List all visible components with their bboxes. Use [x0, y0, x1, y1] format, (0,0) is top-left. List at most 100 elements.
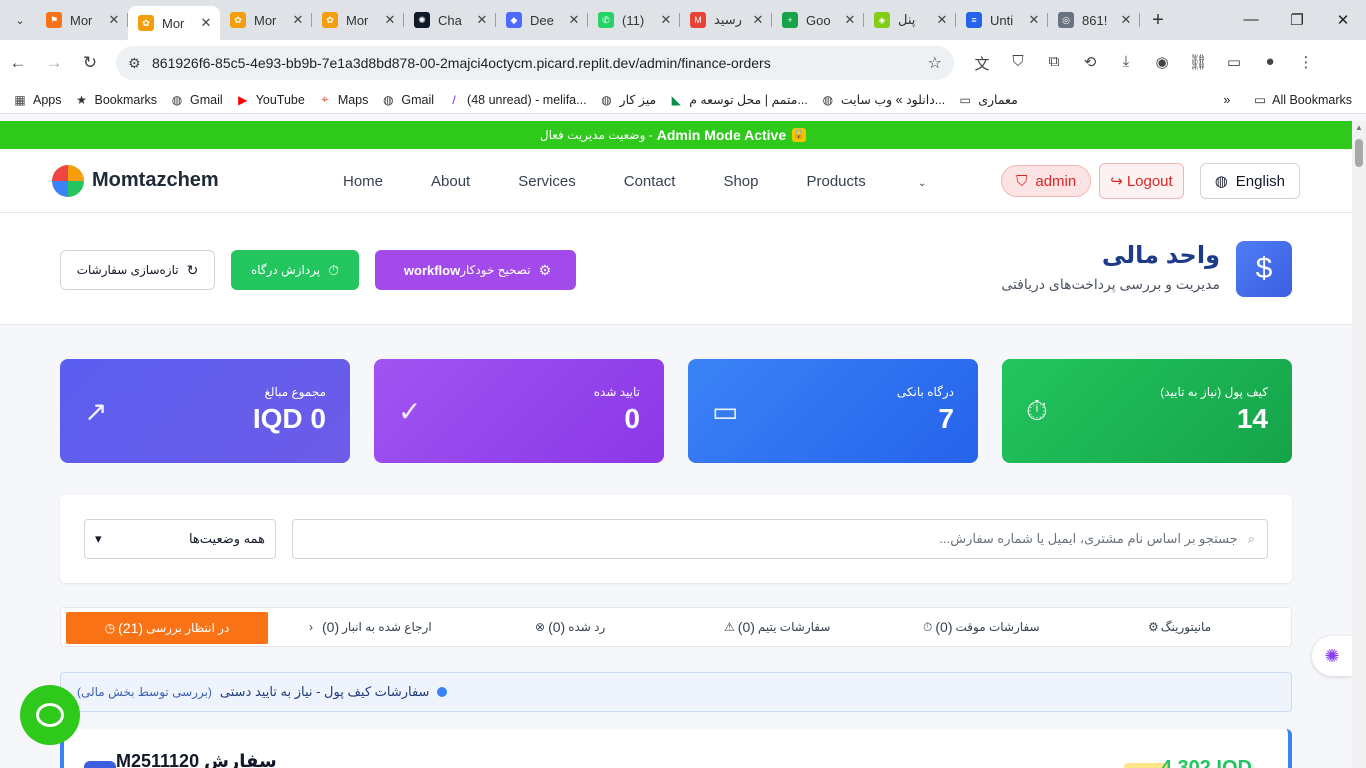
language-button[interactable]: ◍ English [1199, 163, 1300, 199]
reload-icon[interactable]: ↻ [72, 53, 108, 73]
screenshot-icon[interactable]: ◉ [1144, 53, 1180, 74]
nav-contact[interactable]: Contact [624, 173, 676, 190]
globe-icon: ◍ [383, 92, 394, 107]
order-filter-tabs: در انتظار بررسی (21) ◷ ارجاع شده به انبا… [60, 607, 1292, 647]
motamem-icon: ◣ [671, 92, 681, 107]
browser-tab[interactable]: ⚑ Mor ✕ [36, 4, 128, 36]
gear-icon: ⚙ [538, 261, 552, 278]
chat-button[interactable] [20, 685, 80, 745]
bookmark-item[interactable]: / (48 unread) - melifa... [446, 93, 586, 107]
tab-monitoring[interactable]: مانیتورینگ ⚙ [1148, 608, 1211, 646]
brand-logo[interactable]: Momtazchem [52, 164, 219, 197]
logout-label: Logout [1126, 172, 1173, 190]
shield-extension-icon[interactable]: ⛉ [1000, 53, 1036, 74]
tab-orphan-orders[interactable]: سفارشات یتیم (0) ⚠ [724, 608, 830, 646]
browser-tab[interactable]: ✆ (11) ✕ [588, 4, 680, 36]
tab-close-icon[interactable]: ✕ [658, 12, 674, 28]
browser-tab-strip: ⌄ ⚑ Mor ✕ ✿ Mor ✕ ✿ Mor ✕ ✿ Mor ✕ ✺ Cha ✕ ◆ Dee ✕ ✆ (11) ✕ M ر… [0, 0, 1366, 40]
extensions-icon[interactable]: ⧉ [1036, 53, 1072, 74]
site-info-icon[interactable]: ⚙ [128, 55, 152, 72]
browser-tab[interactable]: ✺ Cha ✕ [404, 4, 496, 36]
all-bookmarks-link[interactable]: All Bookmarks [1272, 93, 1352, 107]
tab-close-icon[interactable]: ✕ [382, 12, 398, 28]
bookmark-item[interactable]: ▶ YouTube [235, 93, 305, 107]
ai-assistant-button[interactable]: ✺ [1312, 636, 1352, 676]
minimize-icon[interactable]: — [1228, 11, 1274, 29]
bookmark-item[interactable]: ◍ دانلود » وب سایت... [820, 92, 946, 108]
tab-pending-review[interactable]: در انتظار بررسی (21) ◷ [66, 612, 268, 644]
bookmark-item[interactable]: ▦ Apps [12, 93, 61, 107]
browser-tab[interactable]: ✿ Mor ✕ [312, 4, 404, 36]
maximize-icon[interactable]: ❐ [1274, 11, 1320, 29]
nav-shop[interactable]: Shop [723, 173, 758, 190]
tab-close-icon[interactable]: ✕ [566, 12, 582, 28]
tab-rejected[interactable]: رد شده (0) ⊗ [535, 608, 605, 646]
bookmarks-overflow-icon[interactable]: » [1223, 93, 1230, 107]
back-icon[interactable]: ← [0, 53, 36, 73]
profile-avatar[interactable]: ● [1252, 53, 1288, 74]
order-card[interactable]: سفارش M2511120 4,302 IQD [60, 729, 1292, 768]
tab-label: رد شده [568, 620, 606, 634]
tab-close-icon[interactable]: ✕ [750, 12, 766, 28]
refresh-orders-button[interactable]: ↻ تازه‌سازی سفارشات [60, 250, 215, 290]
tab-close-icon[interactable]: ✕ [474, 12, 490, 28]
process-gateway-button[interactable]: ⏱ پردازش درگاه [231, 250, 359, 290]
search-placeholder: جستجو بر اساس نام مشتری، ایمیل یا شماره … [939, 531, 1238, 546]
site-navbar: Momtazchem Home About Services Contact S… [0, 149, 1352, 213]
url-text[interactable]: 861926f6-85c5-4e93-bb9b-7e1a3d8bd878-00-… [152, 55, 928, 71]
tab-close-icon[interactable]: ✕ [198, 15, 214, 31]
logout-button[interactable]: ↪ Logout [1099, 163, 1184, 199]
tab-close-icon[interactable]: ✕ [934, 12, 950, 28]
auto-fix-workflow-button[interactable]: ⚙ تصحیح خودکار workflow [375, 250, 576, 290]
link-icon[interactable]: ⛓ [1180, 53, 1216, 74]
bookmark-item[interactable]: ◍ Gmail [380, 93, 434, 107]
tab-temporary-orders[interactable]: سفارشات موقت (0) ⏱ [923, 608, 1040, 646]
bookmark-item[interactable]: ▭ معماری [957, 92, 1018, 108]
all-bookmarks-folder-icon[interactable]: ▭ [1254, 92, 1266, 107]
download-icon[interactable]: ⤓ [1108, 53, 1144, 74]
bookmark-item[interactable]: ◍ میز کار [599, 92, 656, 108]
history-icon[interactable]: ⟲ [1072, 53, 1108, 74]
translate-icon[interactable]: 文 [964, 53, 1000, 74]
nav-services[interactable]: Services [518, 173, 576, 190]
browser-tab[interactable]: ✿ Mor ✕ [128, 6, 220, 40]
scrollbar-thumb[interactable] [1355, 139, 1363, 167]
browser-tab[interactable]: ◎ 861! ✕ [1048, 4, 1140, 36]
nav-home[interactable]: Home [343, 173, 383, 190]
menu-kebab-icon[interactable]: ⋮ [1288, 53, 1324, 74]
search-input[interactable]: ⌕ جستجو بر اساس نام مشتری، ایمیل یا شمار… [292, 519, 1268, 559]
scroll-up-icon[interactable]: ▲ [1355, 123, 1363, 132]
tab-close-icon[interactable]: ✕ [1026, 12, 1042, 28]
admin-badge[interactable]: ⛉ admin [1001, 165, 1092, 197]
browser-tab[interactable]: M رسید ✕ [680, 4, 772, 36]
close-window-icon[interactable]: ✕ [1320, 11, 1366, 29]
tab-close-icon[interactable]: ✕ [842, 12, 858, 28]
main-menu: Home About Services Contact Shop Product… [343, 149, 1022, 213]
tab-label: سفارشات موقت [955, 620, 1040, 634]
tab-search-dropdown-icon[interactable]: ⌄ [4, 4, 36, 36]
tab-close-icon[interactable]: ✕ [106, 12, 122, 28]
browser-tab[interactable]: ◆ Dee ✕ [496, 4, 588, 36]
nav-about[interactable]: About [431, 173, 470, 190]
search-icon: ⌕ [1247, 531, 1255, 546]
browser-tab[interactable]: + Goo ✕ [772, 4, 864, 36]
bookmark-star-icon[interactable]: ☆ [928, 53, 942, 73]
tab-close-icon[interactable]: ✕ [1118, 12, 1134, 28]
tab-close-icon[interactable]: ✕ [290, 12, 306, 28]
browser-tab[interactable]: ◈ پنل ✕ [864, 4, 956, 36]
address-bar[interactable]: ⚙ 861926f6-85c5-4e93-bb9b-7e1a3d8bd878-0… [116, 46, 954, 80]
new-tab-button[interactable]: + [1144, 9, 1172, 32]
page-scrollbar[interactable]: ▲ [1352, 121, 1366, 768]
tab-sent-to-warehouse[interactable]: ارجاع شده به انبار (0) ‹ [309, 608, 432, 646]
bookmark-item[interactable]: ⌖ Maps [317, 92, 368, 107]
nav-products[interactable]: Products ⌄ [807, 173, 975, 190]
status-filter-select[interactable]: همه وضعیت‌ها ▾ [84, 519, 276, 559]
forward-icon[interactable]: → [36, 53, 72, 73]
reading-mode-icon[interactable]: ▭ [1216, 53, 1252, 74]
bookmark-item[interactable]: ◣ متمم | محل توسعه م... [668, 92, 808, 108]
browser-tab[interactable]: ✿ Mor ✕ [220, 4, 312, 36]
bookmark-item[interactable]: ★ Bookmarks [74, 93, 157, 107]
notice-text: سفارشات کیف پول - نیاز به تایید دستی [219, 684, 430, 699]
bookmark-item[interactable]: ◍ Gmail [169, 93, 223, 107]
browser-tab[interactable]: ≡ Unti ✕ [956, 4, 1048, 36]
